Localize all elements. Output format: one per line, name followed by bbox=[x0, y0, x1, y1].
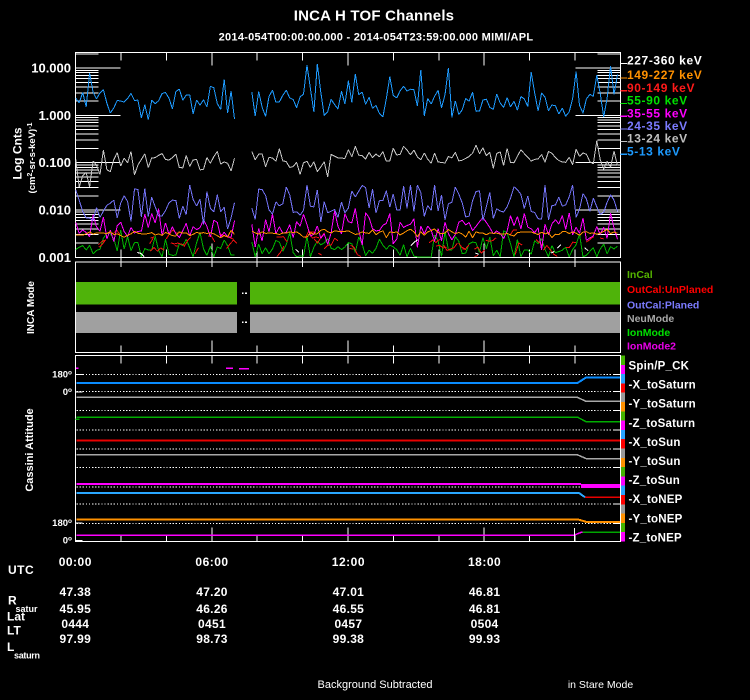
svg-text:45.95: 45.95 bbox=[60, 602, 92, 616]
svg-text:-Y_toSun: -Y_toSun bbox=[629, 456, 681, 468]
svg-text:46.81: 46.81 bbox=[469, 585, 501, 599]
svg-text:06:00: 06:00 bbox=[195, 555, 228, 569]
svg-text:-X_toSun: -X_toSun bbox=[629, 437, 681, 449]
svg-text:18:00: 18:00 bbox=[468, 555, 501, 569]
svg-text:0.010: 0.010 bbox=[38, 203, 71, 218]
svg-text:InCal: InCal bbox=[627, 269, 653, 281]
svg-text:97.99: 97.99 bbox=[60, 632, 92, 646]
svg-text:in Stare Mode: in Stare Mode bbox=[568, 679, 634, 691]
svg-text:-Y_toNEP: -Y_toNEP bbox=[629, 513, 683, 525]
svg-text:-X_toNEP: -X_toNEP bbox=[629, 494, 683, 506]
svg-text:2014-054T00:00:00.000 - 2014-0: 2014-054T00:00:00.000 - 2014-054T23:59:0… bbox=[219, 32, 534, 44]
svg-text:(cm2-sr-s-keV)-1: (cm2-sr-s-keV)-1 bbox=[27, 122, 39, 193]
svg-text:98.73: 98.73 bbox=[196, 632, 228, 646]
svg-text:227-360 keV: 227-360 keV bbox=[627, 54, 702, 68]
svg-text:-Z_toNEP: -Z_toNEP bbox=[629, 532, 682, 544]
svg-text:46.81: 46.81 bbox=[469, 602, 501, 616]
svg-text:99.93: 99.93 bbox=[469, 632, 501, 646]
svg-text:99.38: 99.38 bbox=[333, 632, 365, 646]
svg-text:12:00: 12:00 bbox=[332, 555, 365, 569]
svg-text:OutCal:Planed: OutCal:Planed bbox=[627, 299, 699, 311]
svg-text:0457: 0457 bbox=[334, 617, 362, 631]
svg-text:INCA Mode: INCA Mode bbox=[26, 281, 37, 334]
svg-text:0.001: 0.001 bbox=[38, 250, 71, 265]
svg-text:LT: LT bbox=[7, 624, 21, 638]
svg-text:10.000: 10.000 bbox=[31, 61, 71, 76]
svg-text:NeuMode: NeuMode bbox=[627, 313, 674, 325]
svg-text:saturn: saturn bbox=[14, 651, 40, 661]
svg-text:Lat: Lat bbox=[7, 610, 25, 624]
svg-text:5-13 keV: 5-13 keV bbox=[627, 144, 681, 158]
svg-text:-Y_toSaturn: -Y_toSaturn bbox=[629, 399, 696, 411]
svg-text:47.20: 47.20 bbox=[196, 585, 228, 599]
svg-text:47.01: 47.01 bbox=[333, 585, 365, 599]
svg-text:IonMode2: IonMode2 bbox=[627, 341, 676, 353]
svg-text:-X_toSaturn: -X_toSaturn bbox=[629, 380, 696, 392]
svg-text:0.100: 0.100 bbox=[38, 155, 71, 170]
svg-text:46.55: 46.55 bbox=[333, 602, 365, 616]
svg-text:Log Cnts: Log Cnts bbox=[11, 127, 25, 179]
svg-text:Cassini Attitude: Cassini Attitude bbox=[24, 408, 36, 491]
svg-text:OutCal:UnPlaned: OutCal:UnPlaned bbox=[627, 284, 713, 296]
svg-text:00:00: 00:00 bbox=[59, 555, 92, 569]
svg-text:-Z_toSaturn: -Z_toSaturn bbox=[629, 418, 696, 430]
svg-text:IonMode: IonMode bbox=[627, 327, 670, 339]
svg-text:0451: 0451 bbox=[198, 617, 226, 631]
svg-text:-Z_toSun: -Z_toSun bbox=[629, 475, 680, 487]
svg-text:Spin/P_CK: Spin/P_CK bbox=[629, 361, 690, 373]
svg-text:46.26: 46.26 bbox=[196, 602, 228, 616]
svg-text:1.000: 1.000 bbox=[38, 108, 71, 123]
svg-text:Background Subtracted: Background Subtracted bbox=[318, 679, 433, 691]
svg-text:UTC: UTC bbox=[8, 563, 34, 577]
svg-text:INCA H TOF Channels: INCA H TOF Channels bbox=[294, 8, 454, 25]
svg-text:0504: 0504 bbox=[471, 617, 499, 631]
svg-text:0444: 0444 bbox=[61, 617, 89, 631]
svg-text:47.38: 47.38 bbox=[60, 585, 92, 599]
